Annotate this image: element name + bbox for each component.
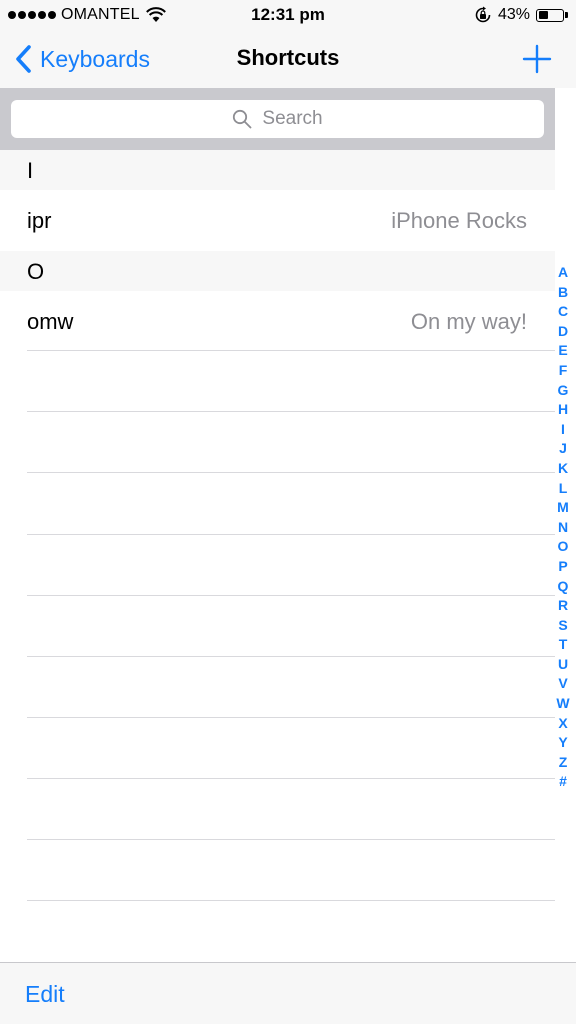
section-header-o: O xyxy=(0,251,555,291)
status-right: 43% xyxy=(474,5,568,25)
index-letter[interactable]: W xyxy=(556,694,569,714)
index-letter[interactable]: T xyxy=(559,635,568,655)
index-letter[interactable]: D xyxy=(558,322,568,342)
back-label: Keyboards xyxy=(40,45,150,72)
index-letter[interactable]: M xyxy=(557,498,569,518)
rotation-lock-icon xyxy=(475,6,491,23)
index-letter[interactable]: O xyxy=(558,537,569,557)
section-index[interactable]: A B C D E F G H I J K L M N O P Q R S T U V W X Y Z # xyxy=(554,263,572,792)
battery-tip xyxy=(565,12,568,18)
row-separator xyxy=(27,350,555,351)
index-letter[interactable]: V xyxy=(558,674,567,694)
index-letter[interactable]: H xyxy=(558,400,568,420)
section-header-label: I xyxy=(27,158,34,183)
row-separator xyxy=(27,900,555,901)
index-letter[interactable]: R xyxy=(558,596,568,616)
phrase-text: On my way! xyxy=(410,309,527,334)
row-separator xyxy=(27,656,555,657)
row-separator xyxy=(27,778,555,779)
index-letter[interactable]: X xyxy=(558,714,567,734)
status-bar: OMANTEL 12:31 pm 43% xyxy=(0,0,576,30)
edit-button[interactable]: Edit xyxy=(25,981,65,1008)
shortcut-row-omw[interactable]: omw On my way! xyxy=(0,291,555,352)
battery-percent: 43% xyxy=(497,6,530,23)
bottom-toolbar: Edit xyxy=(0,962,576,1024)
shortcut-row-ipr[interactable]: ipr iPhone Rocks xyxy=(0,190,555,251)
index-letter[interactable]: A xyxy=(558,263,568,283)
row-separator xyxy=(27,472,555,473)
row-separator xyxy=(27,411,555,412)
index-letter[interactable]: E xyxy=(558,341,567,361)
row-separator xyxy=(27,717,555,718)
index-letter[interactable]: P xyxy=(558,557,567,577)
index-letter[interactable]: N xyxy=(558,518,568,538)
index-letter[interactable]: S xyxy=(558,616,567,636)
section-header-i: I xyxy=(0,150,555,190)
phrase-text: iPhone Rocks xyxy=(391,208,527,233)
index-letter[interactable]: I xyxy=(561,420,565,440)
search-bar: Search xyxy=(0,88,555,150)
index-letter[interactable]: Q xyxy=(558,577,569,597)
search-placeholder: Search xyxy=(262,108,323,129)
index-letter[interactable]: U xyxy=(558,655,568,675)
search-input[interactable]: Search xyxy=(11,100,544,138)
plus-icon[interactable] xyxy=(522,44,552,74)
index-letter[interactable]: L xyxy=(559,479,568,499)
battery-icon xyxy=(536,8,564,22)
shortcut-text: omw xyxy=(27,309,74,334)
shortcuts-screen: OMANTEL 12:31 pm 43% Keyboards Shortcuts… xyxy=(0,0,576,1024)
search-icon xyxy=(233,109,252,129)
chevron-left-icon xyxy=(16,45,31,73)
row-separator xyxy=(27,534,555,535)
row-separator xyxy=(27,839,555,840)
index-letter[interactable]: # xyxy=(559,772,567,792)
battery-fill xyxy=(538,11,548,19)
index-letter[interactable]: G xyxy=(558,381,569,401)
index-letter[interactable]: J xyxy=(559,439,567,459)
index-letter[interactable]: Y xyxy=(558,733,567,753)
index-letter[interactable]: F xyxy=(559,361,568,381)
index-letter[interactable]: B xyxy=(558,283,568,303)
shortcut-text: ipr xyxy=(27,208,52,233)
row-separator xyxy=(27,595,555,596)
index-letter[interactable]: Z xyxy=(559,753,568,773)
index-letter[interactable]: C xyxy=(558,302,568,322)
section-header-label: O xyxy=(27,259,45,284)
back-button[interactable]: Keyboards xyxy=(14,42,150,76)
navigation-bar: Keyboards Shortcuts xyxy=(0,30,576,88)
index-letter[interactable]: K xyxy=(558,459,568,479)
